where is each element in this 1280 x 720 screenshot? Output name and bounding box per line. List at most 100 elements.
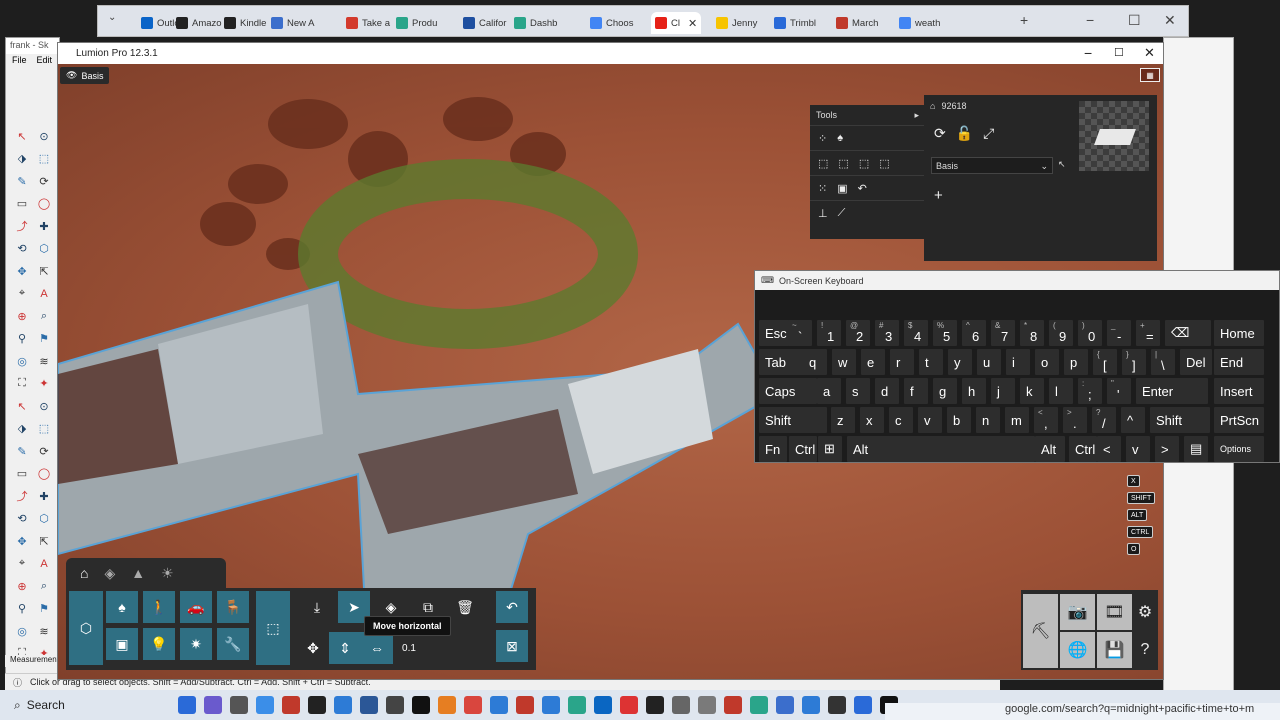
slope-icon[interactable]: ⟋ [838,207,846,220]
lock-icon[interactable]: 🔓 [956,125,973,142]
osk-key[interactable]: Caps [759,378,817,404]
osk-key[interactable]: ^ 6 [962,320,986,346]
sketchup-tool-icon[interactable]: ⬚ [36,151,52,167]
select-region-button[interactable]: ⬚ [256,591,290,665]
sketchup-tool-icon[interactable]: ⊙ [36,398,52,414]
sketchup-tool-icon[interactable]: ⊙ [36,128,52,144]
taskbar-app-icon[interactable] [750,696,768,714]
osk-key[interactable]: Ctrl [789,436,817,462]
sketchup-tool-icon[interactable]: ⊕ [14,308,30,324]
osk-key[interactable]: + = [1136,320,1160,346]
sketchup-tool-icon[interactable]: ⟳ [36,173,52,189]
taskbar-app-icon[interactable] [490,696,508,714]
osk-key[interactable]: @2 [846,320,870,346]
add-button[interactable]: + [934,187,943,204]
osk-key[interactable]: t [919,349,943,375]
move-vertical-icon[interactable]: ⇕ [329,632,361,664]
browser-tab[interactable]: Cl ✕ [651,12,701,34]
taskbar-app-icon[interactable] [386,696,404,714]
osk-key[interactable]: #3 [875,320,899,346]
taskbar-app-icon[interactable] [230,696,248,714]
browser-tab[interactable]: Amazo [176,12,228,34]
sketchup-tool-icon[interactable]: ✚ [36,218,52,234]
deselect-icon[interactable]: ⬚ [879,157,889,170]
taskbar-app-icon[interactable] [854,696,872,714]
osk-key[interactable]: Alt [1035,436,1065,462]
osk-key[interactable]: v [1126,436,1150,462]
osk-key[interactable]: q [803,349,827,375]
select-icon[interactable]: ⬚ [818,157,828,170]
refresh-icon[interactable]: ⟳ [934,125,946,142]
taskbar-app-icon[interactable] [438,696,456,714]
osk-key[interactable]: Del [1180,349,1212,375]
osk-key[interactable]: Shift [759,407,827,433]
sketchup-tool-icon[interactable]: ≋ [36,353,52,369]
osk-key[interactable]: l [1049,378,1073,404]
osk-key[interactable]: r [890,349,914,375]
place-object-icon[interactable]: ⤓ [301,591,333,623]
material-icon[interactable]: ◈ [104,565,115,582]
osk-key[interactable]: i [1006,349,1030,375]
align-icon[interactable]: ⊥ [818,207,828,220]
osk-key[interactable]: s [846,378,870,404]
osk-key[interactable]: Home [1214,320,1264,346]
sketchup-tool-icon[interactable]: ⟲ [14,241,30,257]
sketchup-tool-icon[interactable]: ⚲ [14,331,30,347]
browser-tab[interactable]: weath [899,12,951,34]
browser-tab[interactable]: Dashb [514,12,566,34]
osk-key[interactable]: g [933,378,957,404]
taskbar-app-icon[interactable] [256,696,274,714]
osk-key[interactable]: >. [1063,407,1087,433]
osk-key[interactable]: b [947,407,971,433]
browser-tab[interactable]: Choos [590,12,642,34]
osk-key[interactable]: ? / [1092,407,1116,433]
taskbar-app-icon[interactable] [698,696,716,714]
osk-key[interactable] [999,436,1035,462]
osk-key[interactable]: _ - [1107,320,1131,346]
sketchup-tool-icon[interactable]: ⟳ [36,443,52,459]
sketchup-tool-icon[interactable]: ◎ [14,353,30,369]
taskbar-app-icon[interactable] [828,696,846,714]
landscape-icon[interactable]: ▲ [131,565,145,581]
place-icon[interactable]: ⁘ [818,132,827,145]
sketchup-tool-icon[interactable]: ✦ [36,376,52,392]
osk-key[interactable]: d [875,378,899,404]
sketchup-tool-icon[interactable]: ⚑ [36,601,52,617]
sketchup-tool-icon[interactable]: ⬗ [14,421,30,437]
preview-icon[interactable]: ▦ [1140,68,1160,82]
sketchup-tool-icon[interactable]: ≋ [36,623,52,639]
osk-key[interactable]: " ' [1107,378,1131,404]
nature-button[interactable]: ♠ [106,591,138,623]
undo-icon[interactable]: ↶ [858,182,867,195]
layer-dropdown[interactable]: Basis ⌄ [931,157,1053,174]
osk-key[interactable]: Esc [759,320,789,346]
new-tab-button[interactable]: + [1020,12,1028,28]
utilities-button[interactable]: 🔧 [217,628,249,660]
sketchup-tool-icon[interactable]: ⤴ [14,218,30,234]
osk-key[interactable]: j [991,378,1015,404]
osk-key[interactable]: f [904,378,928,404]
tab-search-icon[interactable]: ⌄ [108,12,116,23]
delete-icon[interactable]: 🗑 [449,591,481,623]
sketchup-tool-icon[interactable]: ⚲ [14,601,30,617]
osk-key[interactable]: <, [1034,407,1058,433]
sketchup-tool-icon[interactable]: ⌕ [36,578,52,594]
maximize-icon[interactable]: ☐ [1128,12,1141,29]
select-box-icon[interactable]: ⬚ [838,157,848,170]
taskbar-app-icon[interactable] [620,696,638,714]
address-bar[interactable]: google.com/search?q=midnight+pacific+tim… [885,703,1280,720]
taskbar-app-icon[interactable] [568,696,586,714]
taskbar-app-icon[interactable] [204,696,222,714]
pick-icon[interactable]: ↖ [1058,159,1066,170]
osk-key[interactable]: x [860,407,884,433]
taskbar-app-icon[interactable] [334,696,352,714]
osk-key[interactable]: a [817,378,841,404]
sketchup-tool-icon[interactable]: ⬚ [36,421,52,437]
taskbar-app-icon[interactable] [672,696,690,714]
osk-key[interactable]: c [889,407,913,433]
layer-tag[interactable]: 👁 Basis [60,67,110,84]
osk-key[interactable]: $4 [904,320,928,346]
browser-tab[interactable]: March [836,12,888,34]
osk-key[interactable]: Options [1214,436,1264,462]
select-all-icon[interactable]: ⬚ [859,157,869,170]
